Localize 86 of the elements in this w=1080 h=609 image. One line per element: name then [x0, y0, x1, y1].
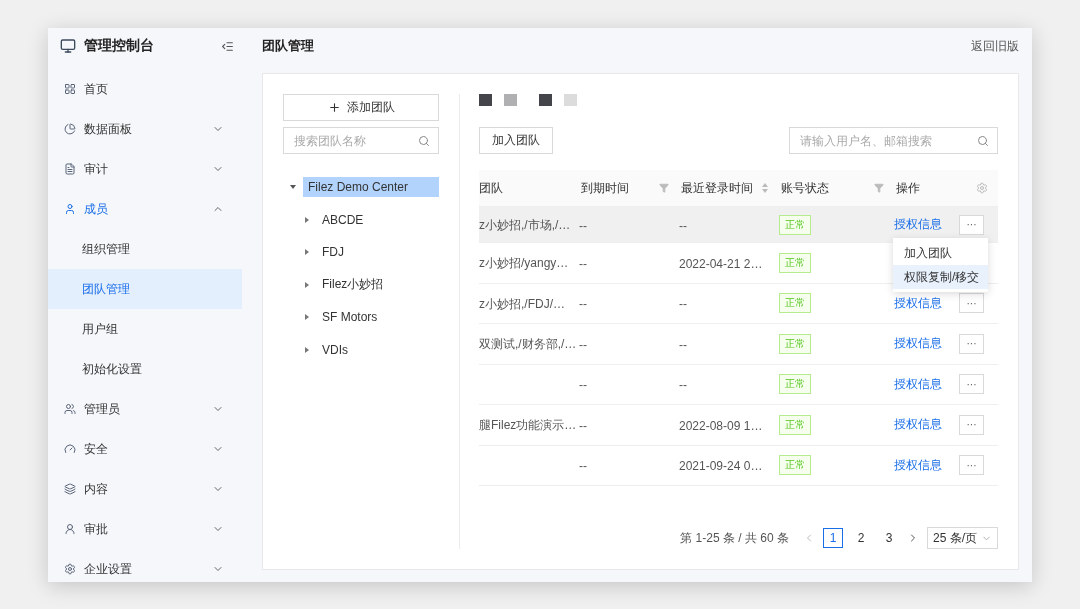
sidebar-item[interactable]: 企业设置 [48, 549, 242, 582]
add-team-button[interactable]: 添加团队 [283, 94, 439, 121]
table-cell: -- [679, 218, 687, 233]
sidebar-item[interactable]: 内容 [48, 469, 242, 509]
table-cell: -- [679, 378, 687, 393]
sidebar-item[interactable]: 管理员 [48, 389, 242, 429]
table-cell: z小妙招,/FDJ/… [479, 296, 565, 311]
menu-item[interactable]: 权限复制/移交 [893, 265, 988, 289]
page-size-select[interactable]: 25 条/页 [927, 527, 998, 549]
monitor-icon [60, 38, 76, 54]
auth-info-link[interactable]: 授权信息 [894, 375, 942, 393]
status-tag: 正常 [779, 374, 811, 395]
table-cell: -- [579, 378, 587, 393]
sidebar-subitem[interactable]: 用户组 [48, 309, 242, 349]
more-button[interactable]: ··· [959, 214, 984, 235]
sidebar-item[interactable]: 安全 [48, 429, 242, 469]
status-tag: 正常 [779, 293, 811, 314]
table-cell: z小妙招/yangy… [479, 256, 569, 271]
auth-info-link[interactable]: 授权信息 [894, 216, 942, 233]
status-tag: 正常 [779, 333, 811, 354]
tree-node[interactable]: Filez Demo Center [303, 177, 439, 198]
expand-caret-icon[interactable] [303, 280, 311, 289]
auth-info-link[interactable]: 授权信息 [894, 416, 942, 434]
expand-caret-icon[interactable] [303, 313, 311, 322]
sidebar-item[interactable]: 数据面板 [48, 109, 242, 149]
more-button[interactable]: ··· [959, 333, 984, 354]
page-title: 团队管理 [262, 37, 314, 55]
expand-caret-icon[interactable] [303, 215, 311, 224]
page-link[interactable]: 2 [851, 528, 871, 548]
table-cell: z小妙招,/市场,/… [479, 218, 571, 232]
table-cell: 2022-04-21 2… [679, 256, 763, 271]
auth-info-link[interactable]: 授权信息 [894, 335, 942, 353]
table-cell: -- [579, 459, 587, 474]
table-cell: -- [679, 297, 687, 312]
back-link[interactable]: 返回旧版 [971, 37, 1019, 55]
team-search-field[interactable]: 搜索团队名称 [283, 127, 439, 154]
column-header: 到期时间 [581, 179, 629, 197]
more-button[interactable]: ··· [959, 374, 984, 395]
more-button[interactable]: ··· [959, 293, 984, 314]
expand-caret-icon[interactable] [303, 248, 311, 257]
sidebar-item[interactable]: 审批 [48, 509, 242, 549]
menu-item[interactable]: 加入团队 [893, 241, 988, 265]
more-button[interactable]: ··· [959, 414, 984, 435]
search-icon [418, 135, 430, 147]
table-cell: 2021-09-24 0… [679, 459, 763, 474]
table-cell: -- [579, 256, 587, 271]
column-header: 最近登录时间 [681, 179, 753, 197]
tree-node[interactable]: ABCDE [317, 209, 369, 230]
collapse-icon[interactable] [221, 39, 234, 53]
tree-node[interactable]: Filez小妙招 [317, 273, 389, 297]
table-cell: 2022-08-09 1… [679, 418, 763, 433]
column-header: 账号状态 [781, 179, 829, 197]
join-team-button[interactable]: 加入团队 [479, 127, 553, 154]
auth-info-link[interactable]: 授权信息 [894, 456, 942, 474]
status-tag: 正常 [779, 455, 811, 476]
more-button[interactable]: ··· [959, 455, 984, 476]
plus-icon [327, 101, 341, 114]
sidebar-subitem[interactable]: 初始化设置 [48, 349, 242, 389]
tree-node[interactable]: VDIs [317, 339, 353, 360]
sidebar-item[interactable]: 审计 [48, 149, 242, 189]
user-search-field[interactable]: 请输入用户名、邮箱搜索 [789, 127, 998, 154]
sidebar-item[interactable]: 成员 [48, 189, 242, 229]
page-link[interactable]: 3 [879, 528, 899, 548]
status-tag: 正常 [779, 414, 811, 435]
sidebar-subitem[interactable]: 团队管理 [48, 269, 242, 309]
table-cell: -- [579, 297, 587, 312]
expand-caret-icon[interactable] [303, 345, 311, 354]
tree-node[interactable]: SF Motors [317, 307, 383, 328]
sidebar-item[interactable]: 首页 [48, 69, 242, 109]
page-link[interactable]: 1 [823, 528, 843, 548]
status-tag: 正常 [779, 214, 811, 235]
column-header: 团队 [479, 179, 503, 197]
table-cell: -- [579, 218, 587, 233]
search-icon [977, 135, 989, 147]
auth-info-link[interactable]: 授权信息 [894, 294, 942, 312]
table-cell: -- [679, 337, 687, 352]
app-title: 管理控制台 [84, 37, 155, 55]
status-tag: 正常 [779, 252, 811, 273]
sidebar-subitem[interactable]: 组织管理 [48, 229, 242, 269]
table-cell: -- [579, 418, 587, 433]
pagination-summary: 第 1-25 条 / 共 60 条 [680, 529, 789, 547]
tree-node[interactable]: FDJ [317, 242, 349, 263]
table-cell: -- [579, 337, 587, 352]
table-cell: 双测试,/财务部,/… [479, 337, 577, 352]
table-cell: 腿Filez功能演示… [479, 418, 577, 433]
column-header: 操作 [896, 179, 920, 197]
